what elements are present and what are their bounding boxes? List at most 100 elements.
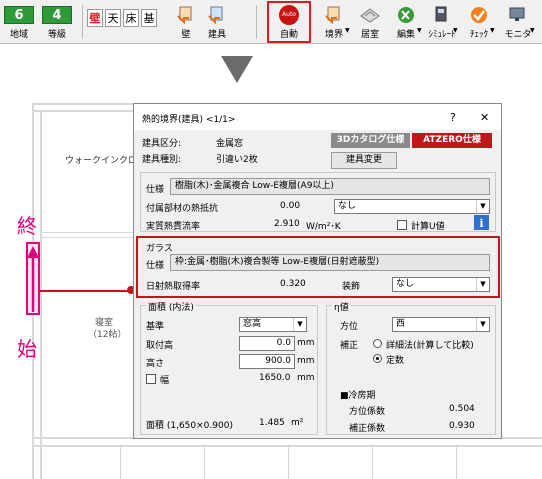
auto-icon: Auto [279,5,299,25]
takasa-label: 高さ [146,359,165,369]
toritsuke-input[interactable]: 0.0 [239,336,295,351]
chevron-down-icon[interactable]: ▼ [417,27,422,34]
wall-line [32,445,542,447]
dialog-title: 熱的境界(建具) <1/1> [142,115,236,125]
bedroom-size-label: （12帖） [88,330,127,340]
toolbar-separator [256,5,257,39]
kijun-select[interactable]: 窓高 ▼ [239,317,307,332]
toolbar-separator [82,5,83,39]
glass-group-title: ガラス [146,244,173,254]
wall-line [456,447,457,479]
mm-unit: mm [297,373,315,383]
menseki-unit: m² [291,418,304,428]
hosei-constant-label: 定数 [386,356,405,366]
connector-line [40,290,135,292]
tab-atzero[interactable]: ATZERO仕様 [412,133,492,148]
kubun-label: 建具区分: [142,139,182,149]
arrow-down-icon [221,56,253,83]
hoi-label: 方位 [340,322,359,332]
foundation-toggle-button[interactable]: 基 [141,9,157,27]
wall-line [372,447,373,479]
mm-unit: mm [297,338,315,348]
help-button[interactable]: ? [450,111,456,124]
edit-icon[interactable] [396,6,416,24]
close-icon[interactable]: ✕ [480,111,489,124]
area-group-title: 面積 (内法) [146,300,196,313]
hoi-keisu-value: 0.504 [449,404,475,414]
haba-label: 幅 [160,376,170,386]
floor-toggle-button[interactable]: 床 [123,9,139,27]
grade-label: 等級 [47,30,66,40]
hoi-keisu-label: 方位係数 [349,407,386,417]
toolbar: 6 地域 4 等級 壁 天 床 基 壁 建具 Auto 自動 境界 ▼ 居室 編… [0,0,542,44]
hosei-constant-radio[interactable] [373,354,382,363]
nissha-label: 日射熱取得率 [146,282,201,292]
netsu-value: 2.910 [274,219,300,229]
wall-line [42,232,133,233]
fixture-boundary-icon[interactable] [207,6,227,24]
chevron-down-icon[interactable]: ▼ [345,27,350,34]
room-button-label: 居室 [360,30,379,40]
soshoku-label: 装飾 [342,282,361,292]
end-label: 終 [17,214,37,238]
fixture-button-label: 建具 [207,30,226,40]
svg-text:i: i [479,217,483,230]
takasa-input[interactable]: 900.0 [239,354,295,369]
tab-3d-catalog[interactable]: 3Dカタログ仕様 [331,133,410,148]
hosei-detail-label: 詳細法(計算して比較) [386,341,474,351]
hosei-detail-radio[interactable] [373,339,382,348]
hosei-keisu-value: 0.930 [449,421,475,431]
soshoku-select[interactable]: なし ▼ [392,277,490,292]
wall-line [120,447,121,479]
keisan-u-checkbox[interactable] [397,220,407,230]
monitor-icon[interactable] [508,6,528,24]
auto-button-label: 自動 [279,30,298,40]
wall-toggle-button[interactable]: 壁 [87,9,103,27]
hosei-keisu-label: 補正係数 [349,424,386,434]
spec-label: 仕様 [146,185,165,195]
direction-arrow-icon [27,246,39,312]
info-icon[interactable]: i [474,215,489,230]
chevron-down-icon[interactable]: ▼ [530,27,535,34]
chevron-down-icon: ▼ [476,278,489,291]
grade-number-button[interactable]: 4 [42,6,72,24]
radio-dot [376,357,379,360]
toritsuke-label: 取付高 [146,341,174,351]
shubetsu-label: 建具種別: [142,155,182,165]
menseki-value: 1.485 [259,418,285,428]
kubun-value: 金属窓 [216,139,244,149]
eta-group-title: η値 [332,300,351,313]
fuzoku-value: 0.00 [280,201,301,211]
haba-value: 1650.0 [259,373,291,383]
mm-unit: mm [297,356,315,366]
hoi-select[interactable]: 西 ▼ [392,317,490,332]
spec-button[interactable]: 樹脂(木)･金属複合 Low-E複層(A9以上) [170,178,490,195]
wall-line [40,110,42,479]
wall-line [42,237,133,238]
chevron-down-icon: ▼ [476,318,489,331]
fixture-change-button[interactable]: 建具変更 [331,152,397,169]
shubetsu-value: 引違い2枚 [216,155,258,165]
chevron-down-icon: ▼ [476,200,489,213]
thermal-boundary-dialog: 熱的境界(建具) <1/1> ? ✕ 建具区分: 金属窓 建具種別: 引違い2枚… [133,103,502,439]
fuzoku-label: 付属部材の熱抵抗 [146,204,219,214]
dialog-titlebar: 熱的境界(建具) <1/1> ? ✕ [134,104,501,130]
keisan-u-label: 計算U値 [411,222,445,232]
auto-button[interactable]: Auto 自動 [267,1,311,43]
region-number-button[interactable]: 6 [4,6,34,24]
wall-line [32,103,133,105]
boundary-icon[interactable] [324,6,344,24]
ceiling-toggle-button[interactable]: 天 [105,9,121,27]
wall-boundary-icon[interactable] [176,6,196,24]
glass-spec-button[interactable]: 枠:金属･樹脂(木)複合製等 Low-E複層(日射遮蔽型) [170,254,490,271]
chevron-down-icon[interactable]: ▼ [490,27,495,34]
room-icon[interactable] [360,6,380,24]
check-icon[interactable] [469,6,489,24]
netsu-label: 実質熱貫流率 [146,222,201,232]
start-label: 始 [17,337,37,361]
simulate-icon[interactable] [432,6,452,24]
fuzoku-select[interactable]: なし ▼ [334,199,490,214]
haba-checkbox[interactable] [146,374,156,384]
netsu-unit: W/m²･K [306,222,341,232]
chevron-down-icon[interactable]: ▼ [453,27,458,34]
